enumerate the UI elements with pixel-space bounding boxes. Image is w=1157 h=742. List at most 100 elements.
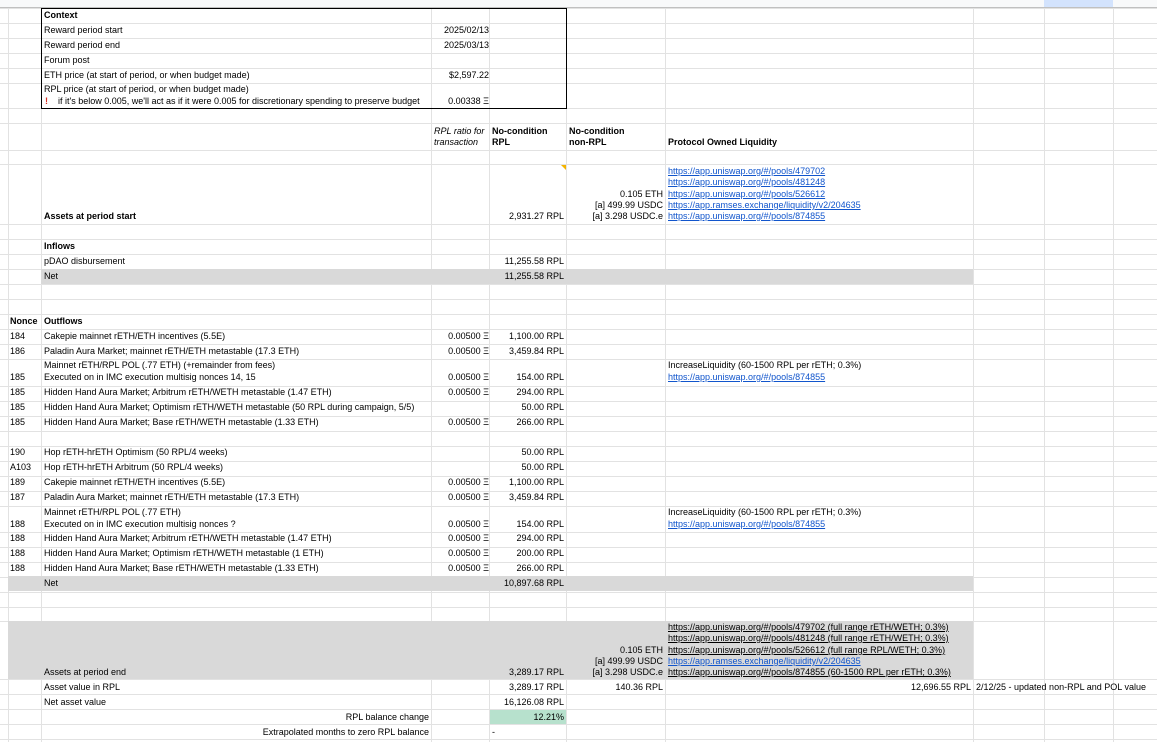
outflow-nonce[interactable]: 188 xyxy=(10,533,25,544)
outflow-label: Hidden Hand Aura Market; Base rETH/WETH … xyxy=(44,563,319,573)
assets-start-rpl[interactable]: 2,931.27 RPL xyxy=(490,211,564,222)
nav-label: Net asset value xyxy=(44,697,107,707)
outflow-rpl[interactable]: 50.00 RPL xyxy=(490,447,564,458)
outflow-label: Paladin Aura Market; mainnet rETH/ETH me… xyxy=(44,492,300,502)
inflow-label: pDAO disbursement xyxy=(44,256,126,266)
change-value[interactable]: 12.21% xyxy=(490,712,564,723)
outflows-title: Outflows xyxy=(44,316,83,326)
outflow-ratio[interactable]: 0.00500 Ξ xyxy=(432,563,489,574)
rpl-price-value[interactable]: 0.00338 Ξ xyxy=(432,96,489,107)
outflow-rpl[interactable]: 3,459.84 RPL xyxy=(490,492,564,503)
assets-end-rpl[interactable]: 3,289.17 RPL xyxy=(490,667,564,678)
outflow-label: Hop rETH-hrETH Arbitrum (50 RPL/4 weeks) xyxy=(44,462,224,472)
assets-start-nonrpl[interactable]: [a] 3.298 USDC.e xyxy=(568,211,663,222)
context-value[interactable]: 2025/03/13 xyxy=(432,40,489,51)
context-label: Forum post xyxy=(44,55,90,65)
outflow-ratio[interactable]: 0.00500 Ξ xyxy=(432,519,489,530)
outflow-label: Cakepie mainnet rETH/ETH incentives (5.5… xyxy=(44,477,226,487)
outflow-rpl[interactable]: 294.00 RPL xyxy=(490,533,564,544)
outflow-rpl[interactable]: 266.00 RPL xyxy=(490,563,564,574)
outflow-rpl[interactable]: 154.00 RPL xyxy=(490,519,564,530)
outflow-nonce[interactable]: 189 xyxy=(10,477,25,488)
outflow-ratio[interactable]: 0.00500 Ξ xyxy=(432,346,489,357)
comment-marker-icon[interactable] xyxy=(561,165,566,170)
outflow-rpl[interactable]: 266.00 RPL xyxy=(490,417,564,428)
outflow-nonce[interactable]: A103 xyxy=(10,462,31,473)
outflow-label: Hidden Hand Aura Market; Base rETH/WETH … xyxy=(44,417,319,427)
outflow-label-line2: Executed on in IMC execution multisig no… xyxy=(44,372,256,382)
outflow-note: IncreaseLiquidity (60-1500 RPL per rETH;… xyxy=(668,507,862,517)
outflow-label: Hidden Hand Aura Market; Arbitrum rETH/W… xyxy=(44,533,332,543)
pol-end-link[interactable]: https://app.uniswap.org/#/pools/526612 (… xyxy=(668,645,945,656)
inflows-net-value[interactable]: 11,255.58 RPL xyxy=(490,271,564,282)
outflow-ratio[interactable]: 0.00500 Ξ xyxy=(432,533,489,544)
nc-nonrpl-header: No-condition xyxy=(569,126,625,136)
pol-end-link[interactable]: https://app.uniswap.org/#/pools/874855 (… xyxy=(668,667,951,678)
nc-nonrpl-header: non-RPL xyxy=(569,137,607,147)
pol-link[interactable]: https://app.uniswap.org/#/pools/874855 xyxy=(668,211,825,222)
asset-value-label: Asset value in RPL xyxy=(44,682,121,692)
pol-end-link[interactable]: https://app.uniswap.org/#/pools/481248 (… xyxy=(668,633,949,644)
context-value[interactable]: $2,597.22 xyxy=(432,70,489,81)
outflow-label: Hop rETH-hrETH Optimism (50 RPL/4 weeks) xyxy=(44,447,228,457)
pol-end-link[interactable]: https://app.ramses.exchange/liquidity/v2… xyxy=(668,656,861,667)
outflow-rpl[interactable]: 50.00 RPL xyxy=(490,402,564,413)
outflow-nonce[interactable]: 187 xyxy=(10,492,25,503)
inflows-net-label: Net xyxy=(44,271,59,281)
outflow-ratio[interactable]: 0.00500 Ξ xyxy=(432,548,489,559)
pol-link[interactable]: https://app.ramses.exchange/liquidity/v2… xyxy=(668,200,861,211)
outflow-ratio[interactable]: 0.00500 Ξ xyxy=(432,387,489,398)
outflow-nonce[interactable]: 185 xyxy=(10,372,25,383)
outflows-net-value[interactable]: 10,897.68 RPL xyxy=(490,578,564,589)
context-label: ETH price (at start of period, or when b… xyxy=(44,70,250,80)
assets-end-nonrpl[interactable]: 0.105 ETH xyxy=(568,645,663,656)
selected-column-header[interactable] xyxy=(1044,0,1113,7)
outflow-nonce[interactable]: 184 xyxy=(10,331,25,342)
assets-start-nonrpl[interactable]: [a] 499.99 USDC xyxy=(568,200,663,211)
outflow-ratio[interactable]: 0.00500 Ξ xyxy=(432,372,489,383)
outflow-rpl[interactable]: 294.00 RPL xyxy=(490,387,564,398)
nav-value[interactable]: 16,126.08 RPL xyxy=(490,697,564,708)
outflow-nonce[interactable]: 186 xyxy=(10,346,25,357)
outflow-nonce[interactable]: 185 xyxy=(10,402,25,413)
asset-value-pol[interactable]: 12,696.55 RPL xyxy=(880,682,971,693)
outflow-ratio[interactable]: 0.00500 Ξ xyxy=(432,331,489,342)
outflow-rpl[interactable]: 3,459.84 RPL xyxy=(490,346,564,357)
ratio-header: RPL ratio for xyxy=(434,126,485,136)
outflow-rpl[interactable]: 154.00 RPL xyxy=(490,372,564,383)
outflow-ratio[interactable]: 0.00500 Ξ xyxy=(432,492,489,503)
outflow-nonce[interactable]: 185 xyxy=(10,417,25,428)
warning-icon: ! xyxy=(45,96,48,106)
outflow-ratio[interactable]: 0.00500 Ξ xyxy=(432,417,489,428)
asset-value-nonrpl[interactable]: 140.36 RPL xyxy=(568,682,663,693)
outflow-rpl[interactable]: 1,100.00 RPL xyxy=(490,477,564,488)
assets-end-nonrpl[interactable]: [a] 499.99 USDC xyxy=(568,656,663,667)
outflow-nonce[interactable]: 190 xyxy=(10,447,25,458)
outflow-link[interactable]: https://app.uniswap.org/#/pools/874855 xyxy=(668,372,825,383)
outflow-label-line2: Executed on in IMC execution multisig no… xyxy=(44,519,236,529)
outflow-rpl[interactable]: 50.00 RPL xyxy=(490,462,564,473)
assets-start-label: Assets at period start xyxy=(44,211,137,221)
assets-end-nonrpl[interactable]: [a] 3.298 USDC.e xyxy=(568,667,663,678)
asset-value-rpl[interactable]: 3,289.17 RPL xyxy=(490,682,564,693)
extrap-value[interactable]: - xyxy=(492,727,495,738)
pol-link[interactable]: https://app.uniswap.org/#/pools/526612 xyxy=(668,189,825,200)
context-value[interactable]: 2025/02/13 xyxy=(432,25,489,36)
pol-link[interactable]: https://app.uniswap.org/#/pools/479702 xyxy=(668,166,825,177)
outflow-ratio[interactable]: 0.00500 Ξ xyxy=(432,477,489,488)
outflow-link[interactable]: https://app.uniswap.org/#/pools/874855 xyxy=(668,519,825,530)
context-label: Reward period start xyxy=(44,25,123,35)
ratio-header: transaction xyxy=(434,137,479,147)
outflow-nonce[interactable]: 188 xyxy=(10,519,25,530)
outflow-nonce[interactable]: 188 xyxy=(10,548,25,559)
outflow-rpl[interactable]: 1,100.00 RPL xyxy=(490,331,564,342)
outflow-label: Paladin Aura Market; mainnet rETH/ETH me… xyxy=(44,346,300,356)
pol-end-link[interactable]: https://app.uniswap.org/#/pools/479702 (… xyxy=(668,622,949,633)
column-header-bar xyxy=(0,0,1157,8)
assets-start-nonrpl[interactable]: 0.105 ETH xyxy=(568,189,663,200)
outflow-nonce[interactable]: 185 xyxy=(10,387,25,398)
outflow-nonce[interactable]: 188 xyxy=(10,563,25,574)
inflow-rpl[interactable]: 11,255.58 RPL xyxy=(490,256,564,267)
outflow-rpl[interactable]: 200.00 RPL xyxy=(490,548,564,559)
pol-link[interactable]: https://app.uniswap.org/#/pools/481248 xyxy=(668,177,825,188)
